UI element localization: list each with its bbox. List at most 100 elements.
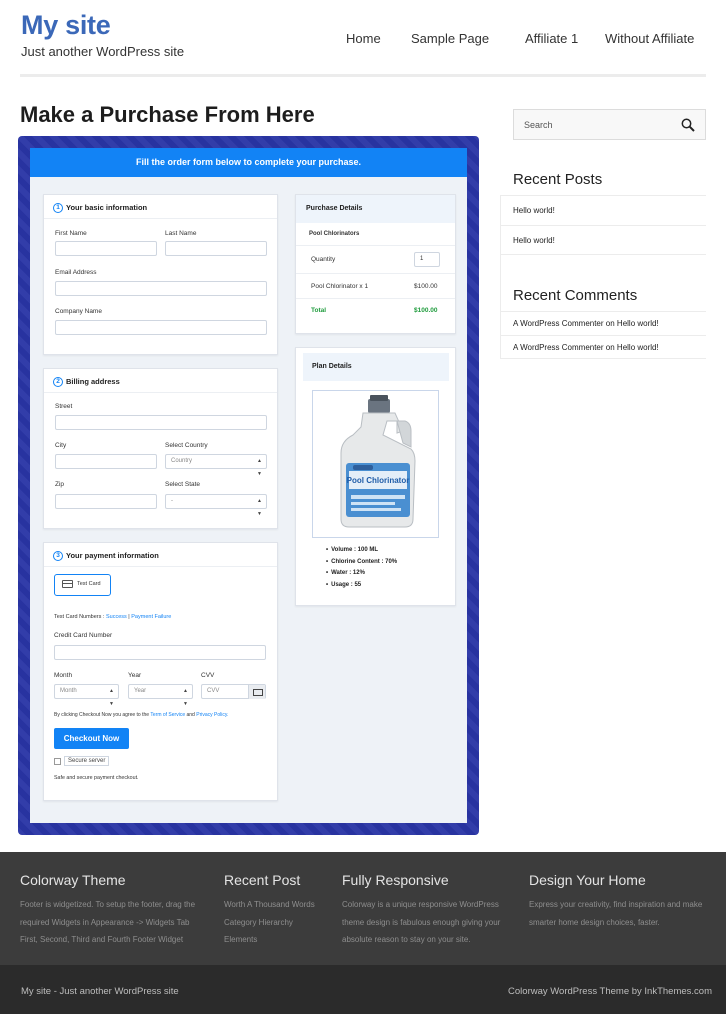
product-label-text: Pool Chlorinator: [347, 476, 410, 485]
recent-comment: A WordPress Commenter on Hello world!: [500, 311, 706, 335]
plan-details-heading: Plan Details: [303, 353, 449, 381]
last-name-field[interactable]: [165, 241, 267, 256]
footer-link[interactable]: Category Hierarchy: [224, 914, 315, 932]
footer-line: Express your creativity, find inspiratio…: [529, 900, 703, 909]
quantity-input[interactable]: 1: [414, 252, 440, 267]
total-label: Total: [311, 307, 327, 314]
comment-author[interactable]: A WordPress Commenter: [513, 319, 604, 328]
city-field[interactable]: [55, 454, 157, 469]
plan-feature: Volume : 100 ML: [326, 545, 397, 557]
total-row: Total $100.00: [296, 299, 455, 323]
company-field[interactable]: [55, 320, 267, 335]
footer-bottom-bar: My site - Just another WordPress site Co…: [0, 965, 726, 1014]
select-country-label: Select Country: [165, 442, 208, 449]
month-select-value: Month: [60, 688, 77, 694]
plan-feature: Usage : 55: [326, 580, 397, 592]
cvv-placeholder: CVV: [207, 688, 220, 694]
footer-col-title: Colorway Theme: [20, 872, 126, 888]
footer-line: Footer is widgetized. To setup the foote…: [20, 900, 196, 909]
cvv-label: CVV: [201, 672, 215, 679]
last-name-label: Last Name: [165, 230, 197, 237]
terms-and: and: [186, 712, 195, 718]
purchase-details-heading: Purchase Details: [296, 195, 455, 223]
nav-item-home[interactable]: Home: [346, 31, 381, 46]
state-select[interactable]: - ▲ ▼: [165, 494, 267, 517]
credit-card-number-label: Credit Card Number: [54, 632, 113, 639]
line-item-name: Pool Chlorinator x 1: [311, 283, 369, 290]
comment-author[interactable]: A WordPress Commenter: [513, 343, 604, 352]
footer-line: First, Second, Third and Fourth Footer W…: [20, 935, 184, 944]
payment-failure-link[interactable]: Payment Failure: [131, 614, 171, 620]
form-banner: Fill the order form below to complete yo…: [30, 148, 467, 177]
comment-post-link[interactable]: Hello world!: [617, 343, 659, 352]
footer-line: Colorway is a unique responsive WordPres…: [342, 900, 499, 909]
footer-line: smarter home design choices, faster.: [529, 917, 660, 927]
divider: [44, 392, 277, 393]
country-select[interactable]: Country ▲ ▼: [165, 454, 267, 477]
checkout-form-frame: Fill the order form below to complete yo…: [18, 136, 479, 835]
separator: |: [128, 614, 130, 620]
product-name: Pool Chlorinators: [309, 231, 360, 237]
footer-link[interactable]: Elements: [224, 931, 315, 949]
secure-server-label: Secure server: [64, 756, 110, 766]
footer-site-credit[interactable]: My site - Just another WordPress site: [21, 986, 179, 997]
nav-item-without-affiliate[interactable]: Without Affiliate: [605, 31, 694, 46]
checkbox[interactable]: [54, 757, 61, 765]
recent-post-link[interactable]: Hello world!: [500, 195, 706, 225]
divider: [44, 218, 277, 219]
success-link[interactable]: Success: [106, 614, 127, 620]
privacy-policy-link[interactable]: Privacy Policy.: [196, 712, 228, 718]
comment-post-link[interactable]: Hello world!: [617, 319, 659, 328]
cvv-field[interactable]: CVV: [201, 684, 266, 699]
zip-field[interactable]: [55, 494, 157, 509]
street-field[interactable]: [55, 415, 267, 430]
cvv-card-icon: [248, 685, 265, 699]
credit-card-number-field[interactable]: [54, 645, 266, 660]
test-card-button[interactable]: Test Card: [54, 574, 111, 596]
plan-details-card: Plan Details Pool Chlorinator • Volume:…: [295, 347, 456, 606]
recent-comments-title: Recent Comments: [513, 287, 638, 304]
recent-post-link[interactable]: Hello world!: [500, 225, 706, 255]
plan-feature: Water : 12%: [326, 568, 397, 580]
year-select[interactable]: Year ▲ ▼: [128, 684, 193, 707]
secure-server-checkbox[interactable]: Secure server: [54, 756, 110, 767]
terms-prefix: By clicking Checkout Now you agree to th…: [54, 712, 150, 718]
checkout-now-button[interactable]: Checkout Now: [54, 728, 129, 749]
year-select-value: Year: [134, 688, 147, 694]
email-field[interactable]: [55, 281, 267, 296]
footer-col-title: Design Your Home: [529, 872, 646, 888]
year-label: Year: [128, 672, 142, 679]
footer-line: absolute reason to stay on your site.: [342, 935, 471, 944]
footer-link[interactable]: Worth A Thousand Words: [224, 896, 315, 914]
payment-heading: 3 Your payment information: [53, 551, 159, 562]
company-label: Company Name: [55, 308, 102, 315]
zip-label: Zip: [55, 481, 65, 488]
purchase-details-card: Purchase Details Pool Chlorinators Quant…: [295, 194, 456, 334]
payment-title: Your payment information: [66, 551, 159, 560]
test-card-numbers: Test Card Numbers : Success | Payment Fa…: [54, 614, 171, 620]
footer-col-title: Fully Responsive: [342, 872, 449, 888]
first-name-field[interactable]: [55, 241, 157, 256]
nav-item-sample-page[interactable]: Sample Page: [411, 31, 489, 46]
nav-item-affiliate-1[interactable]: Affiliate 1: [525, 31, 578, 46]
terms-notice: By clicking Checkout Now you agree to th…: [54, 712, 228, 718]
step-number: 1: [53, 203, 63, 214]
terms-of-service-link[interactable]: Term of Service: [150, 712, 185, 718]
search-icon[interactable]: [681, 118, 695, 132]
divider: [44, 566, 277, 567]
search-placeholder: Search: [524, 120, 553, 130]
recent-comment: A WordPress Commenter on Hello world!: [500, 335, 706, 359]
checkout-form: Fill the order form below to complete yo…: [30, 148, 467, 823]
plan-feature: Chlorine Content : 70%: [326, 557, 397, 569]
dropdown-caret-icon: ▲ ▼: [109, 688, 114, 707]
select-state-label: Select State: [165, 481, 201, 488]
footer-col-text: Worth A Thousand Words Category Hierarch…: [224, 896, 315, 949]
search-input[interactable]: Search: [513, 109, 706, 140]
billing-title: Billing address: [66, 377, 120, 386]
footer-theme-credit[interactable]: Colorway WordPress Theme by InkThemes.co…: [508, 986, 712, 997]
street-label: Street: [55, 403, 73, 410]
basic-info-heading: 1 Your basic information: [53, 203, 147, 214]
month-select[interactable]: Month ▲ ▼: [54, 684, 119, 707]
state-select-value: -: [171, 498, 173, 504]
city-label: City: [55, 442, 67, 449]
